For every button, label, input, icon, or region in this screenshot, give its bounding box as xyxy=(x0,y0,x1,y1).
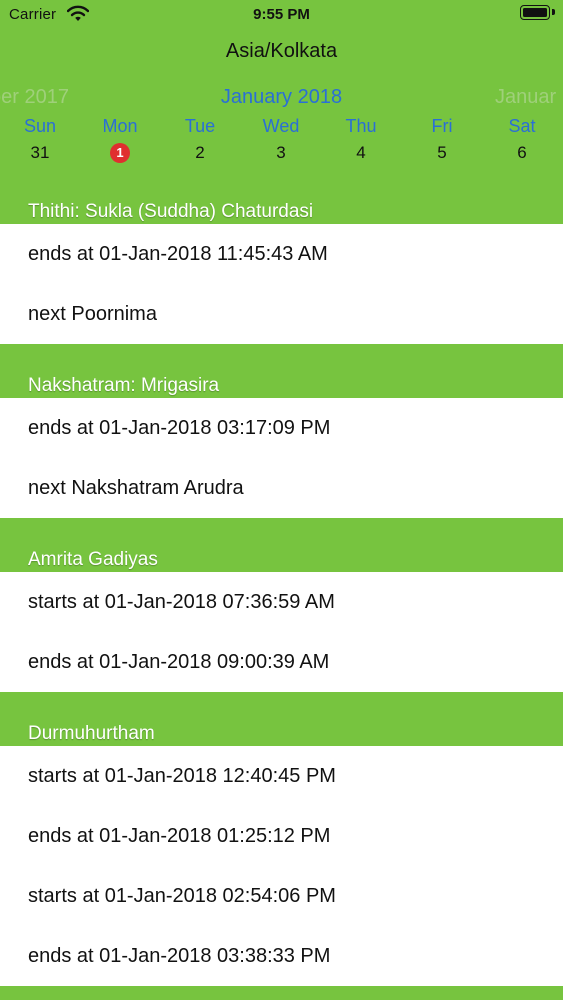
day-number: 5 xyxy=(437,143,447,162)
section-header-thithi: Thithi: Sukla (Suddha) Chaturdasi xyxy=(0,193,563,223)
day-cell-wed[interactable]: Wed 3 xyxy=(241,116,321,163)
selected-day-badge: 1 xyxy=(110,143,130,163)
list-item[interactable]: ends at 01-Jan-2018 03:38:33 PM xyxy=(0,926,563,986)
page-title: Asia/Kolkata xyxy=(225,40,338,62)
battery-tip xyxy=(552,9,555,15)
section-header-nakshatram: Nakshatram: Mrigasira xyxy=(0,367,563,397)
list-item[interactable]: starts at 01-Jan-2018 02:54:06 PM xyxy=(0,866,563,926)
day-name: Tue xyxy=(184,116,216,136)
day-number: 6 xyxy=(517,143,527,162)
day-name: Fri xyxy=(431,116,453,136)
day-cell-mon[interactable]: Mon 1 xyxy=(80,116,160,163)
list-item[interactable]: next Poornima xyxy=(0,284,563,344)
day-cell-fri[interactable]: Fri 5 xyxy=(402,116,482,163)
section-rows-nakshatram: ends at 01-Jan-2018 03:17:09 PM next Nak… xyxy=(0,398,563,518)
next-month-label[interactable]: Januar xyxy=(495,86,556,109)
day-name: Sun xyxy=(23,116,57,136)
day-name: Mon xyxy=(102,116,138,136)
status-bar: Carrier 9:55 PM xyxy=(0,0,563,30)
list-item[interactable]: ends at 01-Jan-2018 03:17:09 PM xyxy=(0,398,563,458)
section-title: Nakshatram: Mrigasira xyxy=(28,375,220,396)
section-rows-durmuhurtham: starts at 01-Jan-2018 12:40:45 PM ends a… xyxy=(0,746,563,986)
section-title: Durmuhurtham xyxy=(28,723,155,744)
list-item[interactable]: ends at 01-Jan-2018 01:25:12 PM xyxy=(0,806,563,866)
day-cell-sat[interactable]: Sat 6 xyxy=(482,116,562,163)
section-rows-amrita-gadiyas: starts at 01-Jan-2018 07:36:59 AM ends a… xyxy=(0,572,563,692)
section-rows-thithi: ends at 01-Jan-2018 11:45:43 AM next Poo… xyxy=(0,224,563,344)
day-number: 4 xyxy=(356,143,366,162)
day-number: 31 xyxy=(30,143,50,162)
day-name: Wed xyxy=(262,116,300,136)
day-name: Thu xyxy=(345,116,377,136)
section-title: Amrita Gadiyas xyxy=(28,549,158,570)
battery-icon xyxy=(520,5,550,20)
day-cell-sun[interactable]: Sun 31 xyxy=(0,116,80,163)
section-title: Thithi: Sukla (Suddha) Chaturdasi xyxy=(28,201,314,222)
list-item[interactable]: starts at 01-Jan-2018 12:40:45 PM xyxy=(0,746,563,806)
section-header-amrita-gadiyas: Amrita Gadiyas xyxy=(0,541,563,571)
list-item[interactable]: ends at 01-Jan-2018 11:45:43 AM xyxy=(0,224,563,284)
clock: 9:55 PM xyxy=(253,6,310,23)
list-item[interactable]: ends at 01-Jan-2018 09:00:39 AM xyxy=(0,632,563,692)
list-item[interactable]: starts at 01-Jan-2018 07:36:59 AM xyxy=(0,572,563,632)
section-header-durmuhurtham: Durmuhurtham xyxy=(0,715,563,745)
day-cell-tue[interactable]: Tue 2 xyxy=(160,116,240,163)
day-number: 2 xyxy=(195,143,205,162)
day-cell-thu[interactable]: Thu 4 xyxy=(321,116,401,163)
week-strip: Sun 31 Mon 1 Tue 2 Wed 3 Thu 4 Fri 5 Sat… xyxy=(0,116,563,166)
day-number: 3 xyxy=(276,143,286,162)
day-name: Sat xyxy=(508,116,536,136)
list-item[interactable]: next Nakshatram Arudra xyxy=(0,458,563,518)
current-month-label: January 2018 xyxy=(220,86,343,108)
